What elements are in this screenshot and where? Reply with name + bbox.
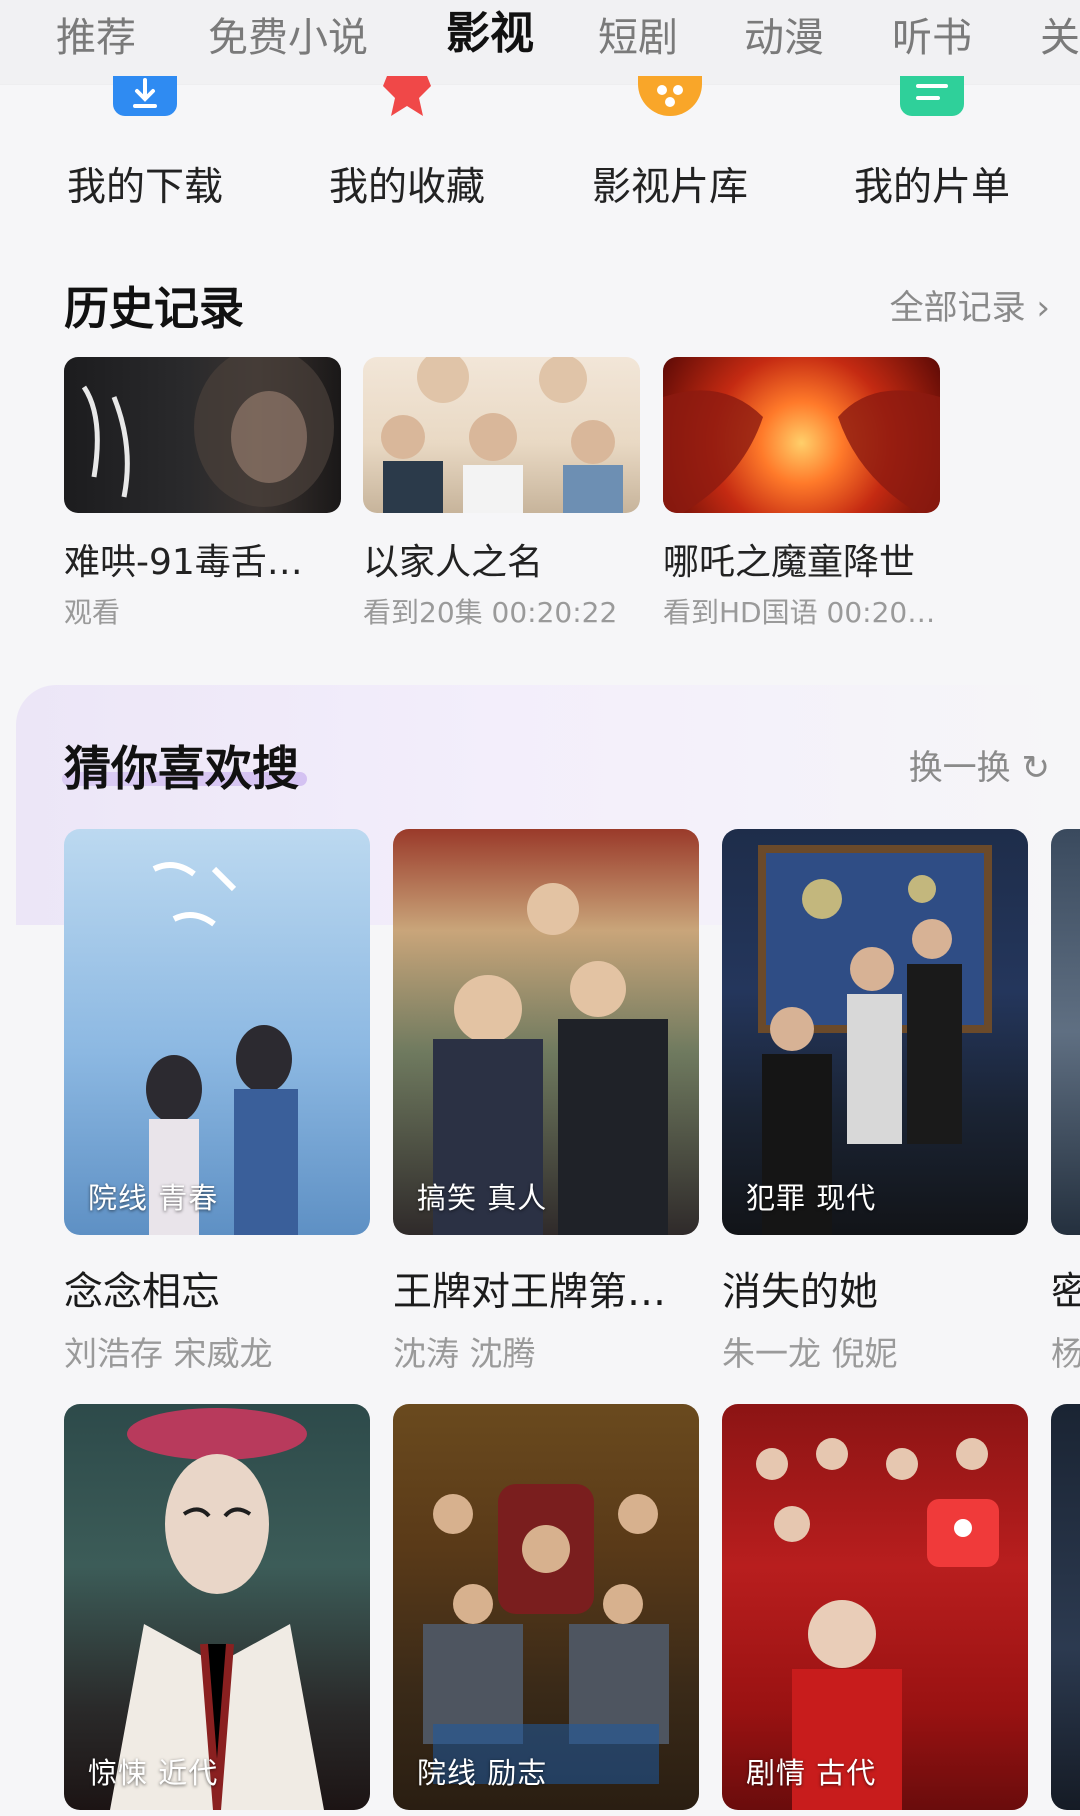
history-item-progress: 看到HD国语 00:20… (663, 596, 936, 629)
quick-entries: 我的下载 我的收藏 影视片库 我的片单 (0, 76, 1080, 224)
tab-short-drama[interactable]: 短剧 (598, 8, 678, 68)
history-title: 历史记录 (64, 282, 245, 335)
tab-anime[interactable]: 动漫 (744, 8, 824, 68)
film-icon (638, 76, 702, 116)
tab-more[interactable]: 关 (1040, 8, 1080, 68)
poster: 剧情 古代 (722, 1404, 1028, 1810)
poster-tags: 院线 青春 (88, 1181, 219, 1215)
recommend-title: 猜你喜欢搜 (64, 742, 299, 797)
history-item[interactable]: 哪吒之魔童降世 看到HD国语 00:20… (663, 357, 940, 631)
refresh-label: 换一换 (908, 748, 1011, 788)
recommend-card[interactable]: 搞笑 真人 王牌对王牌第… 沈涛 沈腾 (393, 829, 699, 1375)
card-title: 密 (1051, 1270, 1080, 1315)
recommend-card[interactable]: 剧情 古代 (722, 1404, 1028, 1810)
my-downloads-label: 我的下载 (66, 165, 223, 210)
download-icon (113, 76, 177, 116)
poster (1051, 1404, 1080, 1810)
recommend-card[interactable] (1051, 1404, 1080, 1810)
recommend-card[interactable]: 院线 励志 (393, 1404, 699, 1810)
card-title: 王牌对王牌第… (393, 1270, 667, 1315)
history-item[interactable]: 以家人之名 看到20集 00:20:22 (363, 357, 640, 631)
my-favorites-entry[interactable]: 我的收藏 (297, 76, 517, 224)
poster-tags: 剧情 古代 (746, 1756, 877, 1790)
recommend-card[interactable]: 院线 青春 念念相忘 刘浩存 宋威龙 (64, 829, 370, 1375)
recommend-card[interactable]: 犯罪 现代 消失的她 朱一龙 倪妮 (722, 829, 1028, 1375)
poster-tags: 犯罪 现代 (746, 1181, 877, 1215)
tab-free-novels[interactable]: 免费小说 (208, 8, 368, 68)
history-item-title: 难哄-91毒舌… (64, 542, 303, 583)
history-thumbnail (663, 357, 940, 513)
poster: 搞笑 真人 (393, 829, 699, 1235)
poster-tags: 惊悚 近代 (88, 1756, 219, 1790)
poster: 犯罪 现代 (722, 829, 1028, 1235)
card-cast: 朱一龙 倪妮 (722, 1334, 898, 1373)
star-icon (375, 76, 439, 116)
film-library-label: 影视片库 (591, 165, 748, 210)
my-downloads-entry[interactable]: 我的下载 (35, 76, 255, 224)
all-history-link[interactable]: 全部记录 › (890, 280, 1050, 329)
poster: 院线 青春 (64, 829, 370, 1235)
list-icon (900, 76, 964, 116)
tab-recommend[interactable]: 推荐 (56, 8, 136, 68)
card-cast: 沈涛 沈腾 (393, 1334, 536, 1373)
my-favorites-label: 我的收藏 (328, 165, 485, 210)
category-tab-bar: 推荐 免费小说 影视 短剧 动漫 听书 关 (0, 0, 1080, 84)
recommend-card[interactable]: 密 杨 (1051, 829, 1080, 1375)
poster: 院线 励志 (393, 1404, 699, 1810)
history-item[interactable]: 难哄-91毒舌… 观看 (64, 357, 341, 631)
refresh-icon: ↻ (1021, 748, 1051, 788)
refresh-button[interactable]: 换一换 ↻ (909, 740, 1050, 789)
card-cast: 刘浩存 宋威龙 (64, 1334, 273, 1373)
card-title: 念念相忘 (64, 1270, 221, 1315)
card-title: 消失的她 (722, 1270, 879, 1315)
poster (1051, 829, 1080, 1235)
history-item-title: 哪吒之魔童降世 (663, 542, 916, 583)
tab-film-tv[interactable]: 影视 (446, 4, 534, 64)
recommend-card[interactable]: 惊悚 近代 (64, 1404, 370, 1810)
my-lists-label: 我的片单 (853, 165, 1010, 210)
poster: 惊悚 近代 (64, 1404, 370, 1810)
history-thumbnail (363, 357, 640, 513)
history-thumbnail (64, 357, 341, 513)
history-item-title: 以家人之名 (363, 542, 544, 583)
poster-tags: 院线 励志 (417, 1756, 548, 1790)
history-item-progress: 观看 (64, 596, 121, 629)
film-library-entry[interactable]: 影视片库 (560, 76, 780, 224)
tab-audiobooks[interactable]: 听书 (892, 8, 972, 68)
card-cast: 杨 (1051, 1334, 1080, 1373)
my-lists-entry[interactable]: 我的片单 (822, 76, 1042, 224)
poster-tags: 搞笑 真人 (417, 1181, 548, 1215)
history-item-progress: 看到20集 00:20:22 (363, 596, 618, 629)
